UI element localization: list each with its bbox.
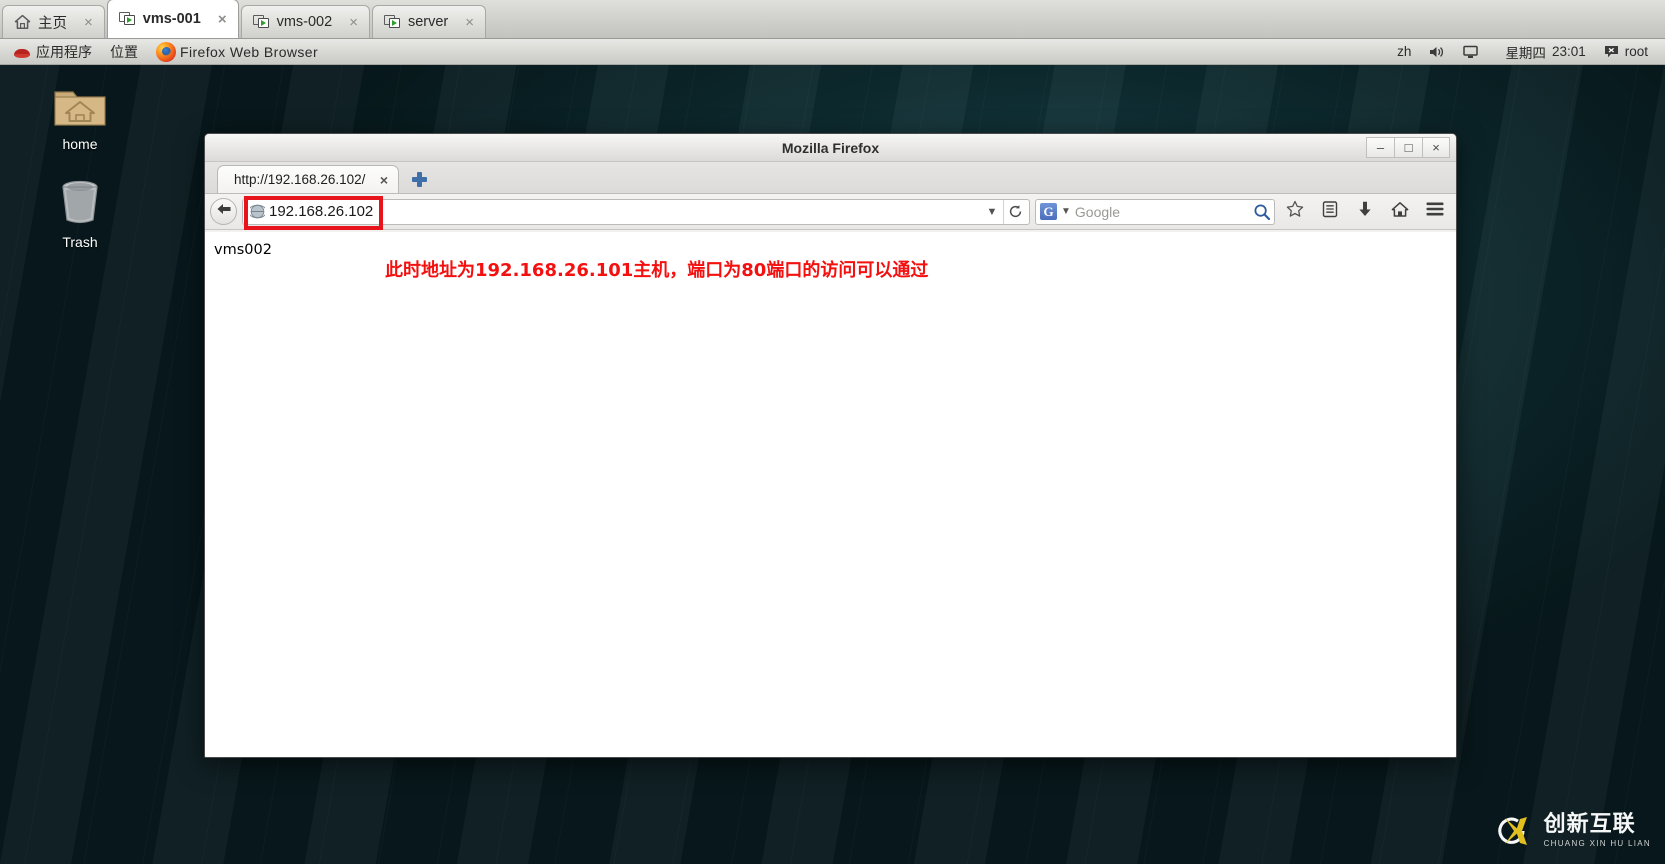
home-icon	[14, 14, 31, 30]
new-tab-button[interactable]	[407, 166, 431, 192]
close-button[interactable]: ×	[1422, 137, 1450, 158]
page-annotation-text: 此时地址为192.168.26.101主机，端口为80端口的访问可以通过	[385, 260, 929, 281]
watermark-text: 创新互联 CHUANG XIN HU LIAN	[1544, 814, 1651, 848]
hamburger-menu-icon	[1425, 201, 1445, 222]
bookmark-star-button[interactable]	[1280, 198, 1310, 226]
display-icon	[1463, 45, 1479, 59]
back-button[interactable]	[210, 198, 237, 225]
firefox-titlebar[interactable]: Mozilla Firefox – □ ×	[205, 134, 1456, 162]
watermark-en: CHUANG XIN HU LIAN	[1543, 839, 1651, 848]
firefox-window: Mozilla Firefox – □ × http://192.168.26.…	[204, 133, 1457, 758]
trash-icon	[57, 180, 103, 229]
back-arrow-icon	[216, 202, 232, 221]
user-menu-label: root	[1624, 44, 1648, 59]
vm-console-icon	[118, 11, 136, 27]
chevron-down-icon[interactable]: ▼	[1061, 206, 1071, 217]
vm-tab-close-button[interactable]: ×	[82, 15, 95, 30]
panel-right-group: zh 星期四 23:01 root	[1388, 41, 1665, 63]
home-folder-icon	[53, 91, 107, 131]
vm-tab-close-button[interactable]: ×	[463, 15, 476, 30]
vm-console-icon	[252, 14, 270, 30]
search-engine-icon[interactable]: G	[1040, 203, 1057, 220]
url-text: 192.168.26.102	[269, 203, 374, 220]
vm-tab-server[interactable]: server ×	[371, 5, 487, 38]
vm-tab-vms-001[interactable]: vms-001 ×	[106, 0, 239, 38]
vm-tab-vms-002[interactable]: vms-002 ×	[240, 5, 370, 38]
home-button[interactable]	[1385, 198, 1415, 226]
window-title: Mozilla Firefox	[781, 139, 880, 156]
reading-list-icon	[1322, 200, 1338, 223]
new-tab-plus-icon	[411, 171, 427, 187]
firefox-logo-icon	[156, 41, 176, 62]
applications-menu[interactable]: 应用程序	[5, 41, 101, 63]
cx-logo-icon	[1489, 808, 1535, 854]
places-menu-label: 位置	[110, 43, 138, 60]
vm-tab-close-button[interactable]: ×	[216, 12, 229, 27]
input-method-indicator[interactable]: zh	[1388, 41, 1420, 63]
user-menu[interactable]: root	[1595, 41, 1657, 63]
vm-tab-strip: 主页 × vms-001 × vms-002 × server ×	[0, 0, 1665, 39]
watermark: 创新互联 CHUANG XIN HU LIAN	[1489, 808, 1651, 854]
user-status-icon	[1604, 45, 1619, 58]
vm-tab-label: 主页	[38, 15, 67, 32]
desktop-icon-home[interactable]: home	[34, 84, 126, 152]
window-controls: – □ ×	[1366, 137, 1450, 158]
desktop-icon-trash[interactable]: Trash	[34, 178, 126, 250]
vm-tab-close-button[interactable]: ×	[347, 15, 360, 30]
taskbar-firefox-label: Firefox Web Browser	[180, 43, 319, 60]
browser-tab-close-button[interactable]: ×	[380, 172, 388, 188]
downloads-icon	[1357, 200, 1373, 223]
panel-left-group: 应用程序 位置 Firefox Web Browser	[0, 41, 327, 63]
clock[interactable]: 星期四 23:01	[1496, 41, 1594, 63]
applications-menu-label: 应用程序	[36, 43, 92, 60]
globe-identity-icon[interactable]	[248, 204, 267, 219]
url-bar-actions: ▼	[981, 199, 1029, 224]
browser-tab[interactable]: http://192.168.26.102/ ×	[217, 165, 399, 193]
vm-tab-label: server	[407, 14, 449, 30]
volume-indicator[interactable]	[1420, 41, 1454, 63]
hamburger-menu-button[interactable]	[1420, 198, 1450, 226]
vm-tab-home[interactable]: 主页 ×	[2, 5, 105, 38]
watermark-cn: 创新互联	[1543, 812, 1636, 837]
browser-tab-title: http://192.168.26.102/	[234, 172, 366, 187]
downloads-button[interactable]	[1350, 198, 1380, 226]
firefox-tab-strip: http://192.168.26.102/ ×	[205, 162, 1456, 194]
maximize-button[interactable]: □	[1394, 137, 1422, 158]
display-indicator[interactable]	[1454, 41, 1487, 63]
gnome-top-panel: 应用程序 位置 Firefox Web Browser zh 星期四 23:01…	[0, 39, 1665, 65]
redhat-logo-icon	[14, 45, 30, 59]
home-icon	[1391, 201, 1409, 223]
page-content: vms002 此时地址为192.168.26.101主机，端口为80端口的访问可…	[205, 232, 1456, 757]
desktop-icon-label: home	[62, 136, 98, 152]
reading-list-button[interactable]	[1315, 198, 1345, 226]
url-bar[interactable]: 192.168.26.102 ▼	[242, 195, 1030, 230]
vm-tab-label: vms-001	[142, 11, 201, 27]
input-method-label: zh	[1397, 44, 1412, 59]
reload-icon[interactable]	[1003, 199, 1027, 224]
minimize-button[interactable]: –	[1366, 137, 1394, 158]
vm-tab-label: vms-002	[276, 14, 333, 30]
bookmark-star-icon	[1286, 200, 1304, 223]
search-bar[interactable]: G ▼ Google	[1035, 198, 1275, 225]
page-body-text: vms002	[214, 242, 272, 258]
taskbar-firefox-window[interactable]: Firefox Web Browser	[147, 41, 327, 63]
speaker-icon	[1429, 45, 1445, 59]
firefox-navigation-bar: 192.168.26.102 ▼ G ▼ Google	[205, 194, 1456, 230]
search-magnifier-icon[interactable]	[1253, 203, 1271, 221]
chevron-down-icon[interactable]: ▼	[981, 200, 1003, 224]
clock-day: 星期四	[1505, 45, 1546, 61]
places-menu[interactable]: 位置	[101, 41, 147, 63]
desktop-icon-label: Trash	[62, 234, 98, 250]
search-input[interactable]: Google	[1075, 204, 1249, 220]
clock-time: 23:01	[1551, 44, 1586, 59]
vm-console-icon	[383, 14, 401, 30]
